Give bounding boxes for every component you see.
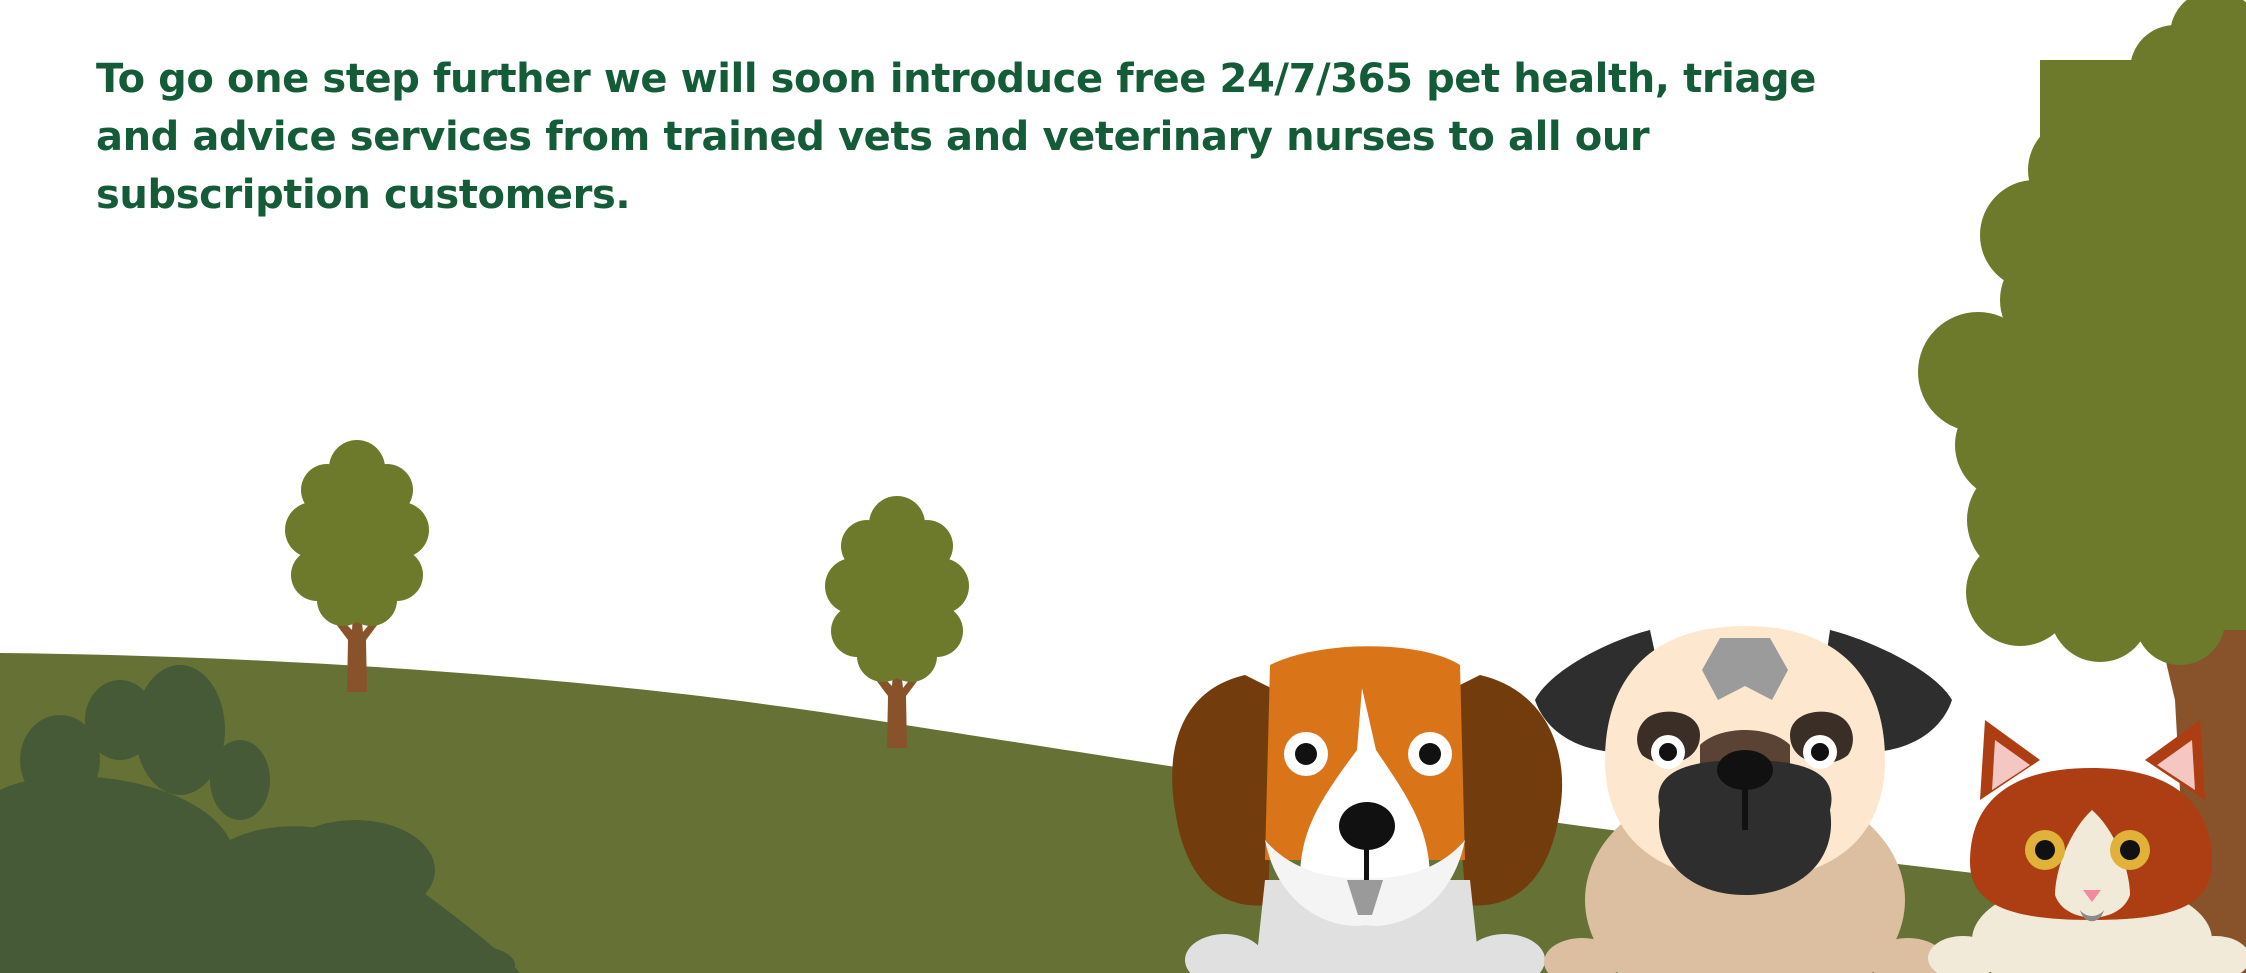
small-tree-icon	[825, 496, 969, 748]
cat-icon	[1928, 720, 2246, 973]
pets-scene-illustration	[0, 0, 2246, 973]
pug-icon	[1535, 626, 1952, 973]
small-tree-icon	[285, 440, 429, 692]
